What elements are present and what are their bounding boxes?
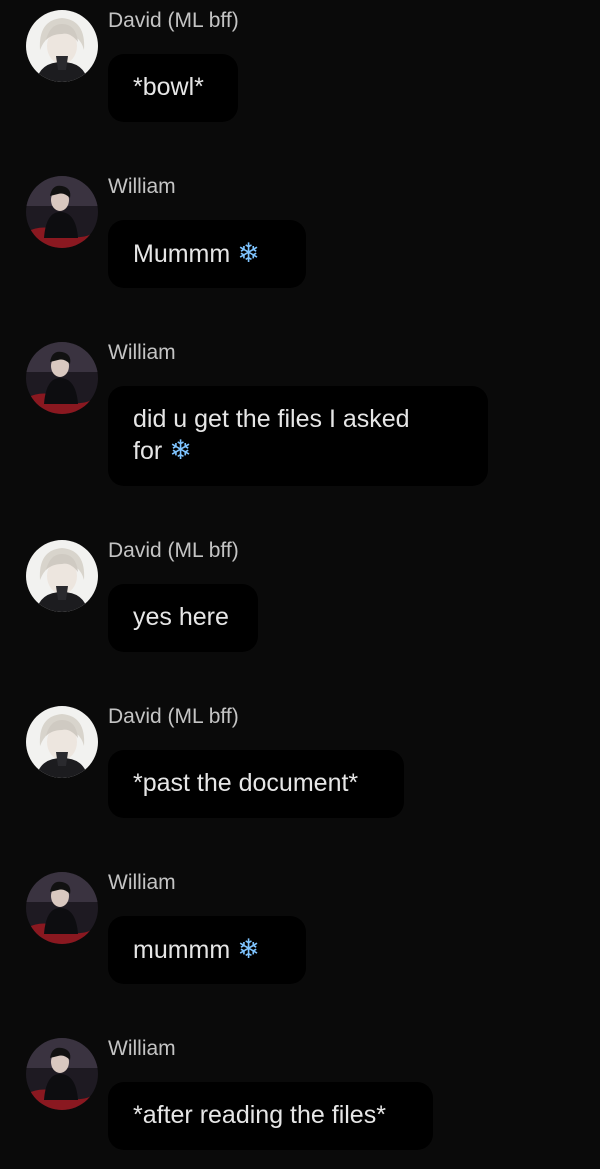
chat-thread: David (ML bff) *bowl* William Mummm ❄ Wi… [0,0,600,1169]
avatar-william[interactable] [26,872,98,944]
william-avatar-icon [26,872,98,944]
chat-message: David (ML bff) yes here [0,530,600,670]
sender-name: William [108,1037,176,1060]
snowflake-icon: ❄ [169,435,192,466]
snowflake-icon: ❄ [237,934,260,965]
chat-message: William mummm ❄ [0,862,600,1002]
chat-message: David (ML bff) *past the document* [0,696,600,836]
sender-name: David (ML bff) [108,9,239,32]
sender-name: David (ML bff) [108,539,239,562]
message-bubble[interactable]: *bowl* [108,54,238,122]
message-text: *past the document* [133,769,359,797]
message-bubble[interactable]: yes here [108,584,258,652]
message-bubble[interactable]: did u get the files I asked for ❄ [108,386,488,486]
message-bubble[interactable]: *past the document* [108,750,404,818]
david-avatar-icon [26,540,98,612]
sender-name: William [108,341,176,364]
sender-name: William [108,871,176,894]
avatar-david[interactable] [26,10,98,82]
snowflake-icon: ❄ [237,238,260,269]
avatar-william[interactable] [26,342,98,414]
sender-name: David (ML bff) [108,705,239,728]
sender-name: William [108,175,176,198]
message-bubble[interactable]: Mummm ❄ [108,220,306,288]
chat-message: William Mummm ❄ [0,166,600,306]
message-text: yes here [133,603,229,631]
message-text: mummm [133,936,231,964]
avatar-william[interactable] [26,1038,98,1110]
message-text: *after reading the files* [133,1101,386,1129]
david-avatar-icon [26,10,98,82]
chat-message: David (ML bff) *bowl* [0,0,600,140]
message-text: Mummm [133,240,231,268]
avatar-david[interactable] [26,540,98,612]
message-text: *bowl* [133,73,204,101]
william-avatar-icon [26,176,98,248]
message-bubble[interactable]: mummm ❄ [108,916,306,984]
avatar-william[interactable] [26,176,98,248]
message-bubble[interactable]: *after reading the files* [108,1082,433,1150]
william-avatar-icon [26,1038,98,1110]
avatar-david[interactable] [26,706,98,778]
chat-message: William *after reading the files* [0,1028,600,1169]
chat-message: William did u get the files I asked for ❄ [0,332,600,502]
david-avatar-icon [26,706,98,778]
william-avatar-icon [26,342,98,414]
